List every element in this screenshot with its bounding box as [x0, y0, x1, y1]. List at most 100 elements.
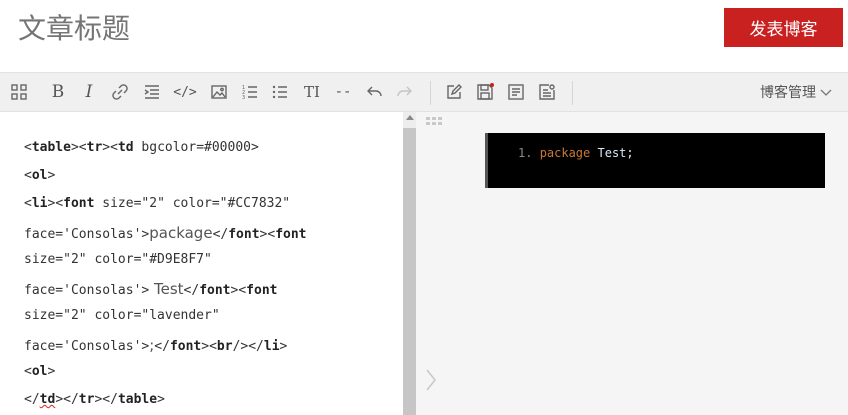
heading-icon[interactable]: TI — [301, 81, 323, 103]
editor-token: > — [157, 392, 165, 407]
editor-token: li — [263, 339, 280, 354]
editor-token: font — [246, 283, 278, 298]
editor-token: font — [63, 196, 95, 211]
editor-line: <li><font size="2" color="#CC7832" — [24, 196, 290, 211]
edit-icon[interactable] — [443, 81, 465, 103]
summary-icon[interactable] — [505, 81, 527, 103]
bold-icon[interactable]: B — [47, 81, 69, 103]
editor-token: font — [199, 283, 231, 298]
editor-token: font — [275, 227, 307, 242]
italic-icon[interactable]: I — [78, 81, 100, 103]
editor-token: /> — [232, 339, 249, 354]
editor-token: > — [70, 140, 79, 155]
undo-icon[interactable] — [363, 81, 385, 103]
editor-token: < — [24, 140, 32, 155]
editor-token: < — [238, 283, 247, 298]
blog-management-dropdown[interactable]: 博客管理 — [760, 82, 832, 102]
editor-token: < — [24, 364, 32, 379]
editor-token: > — [102, 140, 111, 155]
editor-token: size="2" color="#CC7832" — [94, 196, 291, 211]
editor-line: <ol> — [24, 364, 55, 379]
editor-token: < — [24, 168, 32, 183]
editor-line: <ol> — [24, 168, 55, 183]
horizontal-rule-icon[interactable]: -- — [332, 81, 354, 103]
code-icon[interactable]: </> — [173, 81, 196, 103]
editor-toolbar: B I </> 1 2 3 TI -- 博客管理 — [0, 72, 848, 112]
editor-token: < — [78, 140, 87, 155]
editor-line: size="2" color="#D9E8F7" — [24, 252, 212, 267]
editor-token: td — [39, 392, 56, 407]
blog-management-label: 博客管理 — [760, 85, 816, 101]
editor-token: </ — [63, 392, 79, 407]
editor-token: </ — [183, 283, 200, 298]
editor-token: > — [279, 339, 288, 354]
indent-icon[interactable] — [141, 81, 163, 103]
editor-token: </ — [154, 339, 170, 354]
code-punct: ; — [626, 146, 634, 160]
header-bar: 发表博客 — [0, 0, 848, 72]
apps-grid-icon[interactable] — [8, 81, 30, 103]
scroll-up-arrow[interactable] — [406, 115, 414, 120]
editor-token: bgcolor=#00000> — [133, 140, 259, 155]
article-title-input[interactable] — [18, 8, 698, 48]
line-number: 1. — [518, 146, 533, 160]
editor-scrollbar-thumb[interactable] — [403, 128, 416, 415]
chevron-down-icon — [820, 89, 832, 96]
editor-token: table — [117, 392, 158, 407]
unordered-list-icon[interactable] — [269, 81, 291, 103]
editor-token: face='Consolas'> — [24, 227, 150, 242]
editor-token: < — [24, 196, 32, 211]
code-identifier: Test — [590, 146, 627, 160]
preview-code-line: 1. package Test; — [518, 146, 634, 160]
editor-token: < — [110, 140, 118, 155]
editor-token: < — [55, 196, 64, 211]
editor-line: face='Consolas'> Test</font><font — [24, 280, 277, 298]
editor-token: </ — [102, 392, 118, 407]
editor-token: font — [228, 227, 260, 242]
toolbar-divider — [572, 81, 573, 105]
code-keyword: package — [539, 146, 591, 160]
editor-line: face='Consolas'>package</font><font — [24, 224, 307, 242]
editor-token: </ — [248, 339, 264, 354]
svg-text:3: 3 — [242, 95, 245, 101]
editor-token: size="2" color="#D9E8F7" — [24, 252, 212, 267]
markdown-editor-pane[interactable]: <table><tr><td bgcolor=#00000> <ol> <li><f… — [0, 112, 403, 415]
editor-token: br — [216, 339, 233, 354]
settings-doc-icon[interactable] — [536, 81, 558, 103]
editor-token: ol — [31, 168, 48, 183]
editor-token: < — [267, 227, 276, 242]
image-icon[interactable] — [208, 81, 230, 103]
editor-line: size="2" color="lavender" — [24, 308, 220, 323]
editor-line: face='Consolas'>;</font><br/></li> — [24, 336, 287, 354]
editor-token: < — [209, 339, 217, 354]
editor-token: ol — [31, 364, 48, 379]
editor-token: > — [47, 168, 56, 183]
editor-token: </ — [24, 392, 40, 407]
editor-line: <table><tr><td bgcolor=#00000> — [24, 140, 259, 155]
publish-blog-button[interactable]: 发表博客 — [724, 8, 843, 47]
redo-icon[interactable] — [394, 81, 416, 103]
editor-token: tr — [86, 140, 103, 155]
editor-token: tr — [78, 392, 95, 407]
editor-token: li — [31, 196, 48, 211]
editor-line: </td></tr></table> — [24, 392, 165, 407]
editor-token: > — [201, 339, 210, 354]
preview-code-block: 1. package Test; — [485, 133, 825, 188]
editor-token: font — [169, 339, 202, 354]
editor-token: package — [149, 224, 213, 242]
editor-token: size="2" color="lavender" — [24, 308, 220, 323]
editor-token: </ — [212, 227, 229, 242]
editor-token: > — [55, 392, 64, 407]
ordered-list-icon[interactable]: 1 2 3 — [239, 81, 261, 103]
editor-token: > — [47, 364, 56, 379]
editor-token: Test — [149, 280, 184, 298]
editor-token: face='Consolas'> — [24, 283, 150, 298]
editor-token: table — [31, 140, 71, 155]
editor-token: td — [117, 140, 134, 155]
chevron-right-icon[interactable] — [425, 368, 437, 392]
grid-dots-icon — [426, 117, 442, 125]
link-icon[interactable] — [109, 81, 131, 103]
editor-token: face='Consolas'> — [24, 339, 150, 354]
toolbar-divider — [430, 81, 431, 105]
save-icon[interactable] — [474, 81, 496, 103]
